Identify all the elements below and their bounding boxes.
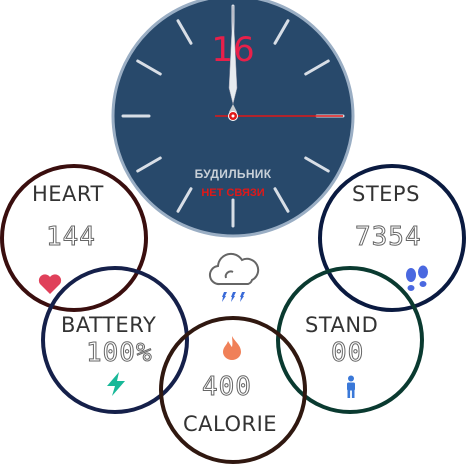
person-icon <box>347 375 355 398</box>
flame-icon <box>223 336 241 360</box>
alarm-label: БУДИЛЬНИК <box>194 167 272 181</box>
stand-value: 00 <box>330 338 365 369</box>
calorie-value: 400 <box>202 372 252 403</box>
lightning-icon <box>107 372 125 396</box>
footprints-icon <box>406 265 428 291</box>
date-display: 16 <box>211 30 255 70</box>
battery-value: 100% <box>86 338 153 369</box>
steps-title: STEPS <box>352 182 420 206</box>
battery-title: BATTERY <box>61 313 157 337</box>
heart-title: HEART <box>32 182 104 206</box>
connection-status: НЕТ СВЯЗИ <box>201 187 265 199</box>
calorie-title: CALORIE <box>183 412 278 436</box>
steps-value: 7354 <box>355 222 422 253</box>
cloud-rain-icon <box>209 252 260 302</box>
heart-value: 144 <box>46 222 96 253</box>
stand-title: STAND <box>305 313 379 337</box>
